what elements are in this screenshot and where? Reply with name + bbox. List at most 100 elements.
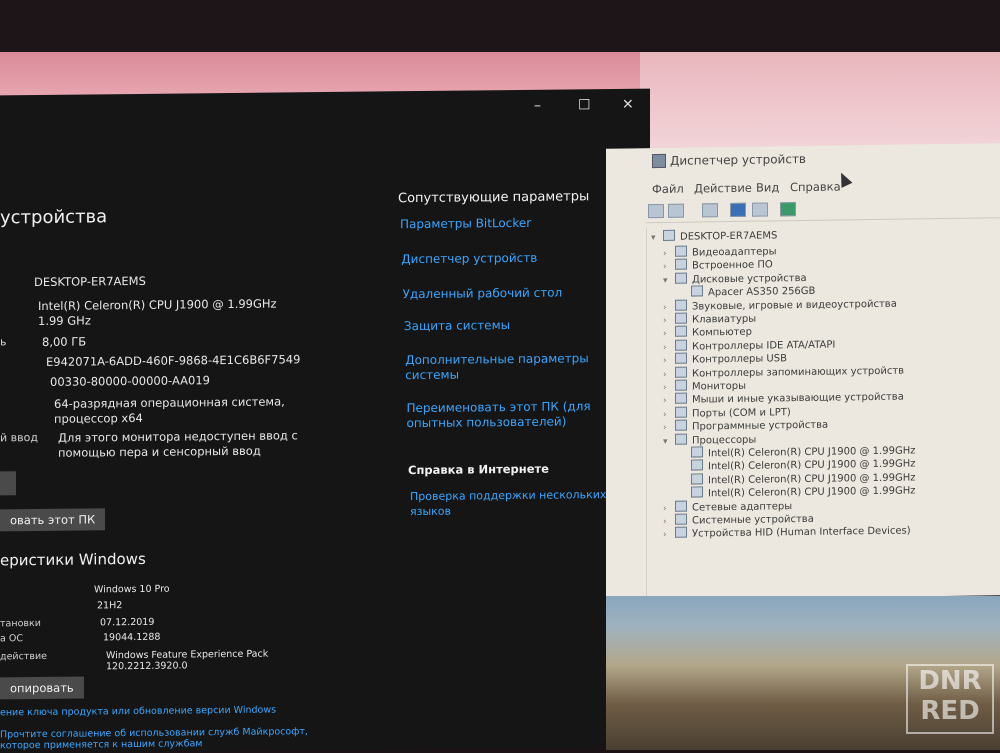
tree-category[interactable]: ›Программные устройства [663,418,828,433]
windows-spec-value: 21H2 [97,600,122,611]
menu-file[interactable]: Файл [652,182,684,196]
tree-node-label: Контроллеры USB [692,353,787,365]
device-icon [675,246,687,257]
tree-node-label: Сетевые адаптеры [692,501,792,513]
close-icon[interactable]: ✕ [622,97,634,113]
spec-value: Intel(R) Celeron(R) CPU J1900 @ 1.99GHz … [38,297,277,329]
tree-category[interactable]: ›Компьютер [663,325,752,339]
spec-value: 64-разрядная операционная система, проце… [54,394,285,426]
device-icon [675,366,687,377]
tree-category[interactable]: › Контроллеры USB [663,351,787,366]
chevron-right-icon[interactable]: › [663,423,675,433]
tree-category[interactable]: › Звуковые, игровые и видеоустройства [663,296,897,312]
tree-node-label: Процессоры [692,434,756,446]
device-icon [675,313,687,324]
forward-icon[interactable] [668,204,684,218]
tree-category[interactable]: ›Мыши и иные указывающие устройства [663,390,904,406]
settings-window: – ☐ ✕ устройства DESKTOP-ER7AEMSIntel(R)… [0,89,650,753]
chevron-right-icon[interactable]: › [663,302,675,312]
device-icon [675,299,687,310]
back-icon[interactable] [648,204,664,218]
chevron-right-icon[interactable]: › [663,262,675,272]
chevron-right-icon[interactable]: › [663,369,675,379]
help-link[interactable]: Проверка поддержки нескольких языков [410,487,606,519]
tree-category[interactable]: › Сетевые адаптеры [663,499,792,514]
related-link[interactable]: Защита системы [404,318,510,334]
chevron-right-icon[interactable]: › [663,383,675,393]
spec-value: Для этого монитора недоступен ввод с пом… [58,428,298,461]
spec-value: 00330-80000-00000-AA019 [50,373,210,390]
chevron-right-icon[interactable]: › [663,249,675,259]
maximize-icon[interactable]: ☐ [578,97,591,113]
chevron-down-icon[interactable]: ▾ [663,276,675,286]
device-icon [691,446,703,457]
menu-action[interactable]: Действие [694,181,752,196]
tree-node-label: Встроенное ПО [692,260,773,272]
windows-spec-value: Windows Feature Experience Pack 120.2212… [106,649,268,673]
copy-button[interactable] [0,471,16,495]
chevron-right-icon[interactable]: › [663,396,675,406]
toolbar [646,197,1000,223]
tree-device[interactable]: Intel(R) Celeron(R) CPU J1900 @ 1.99GHz [679,484,915,500]
tree-category[interactable]: › Устройства HID (Human Interface Devices… [663,524,911,540]
tree-node-label: Устройства HID (Human Interface Devices) [692,526,911,540]
device-icon [691,487,703,498]
tree-category[interactable]: › Видеоадаптеры [663,244,776,259]
tree-category[interactable]: › Встроенное ПО [663,258,773,273]
product-key-link[interactable]: ение ключа продукта или обновление верси… [0,705,276,719]
menu-help[interactable]: Справка [790,179,841,194]
minimize-icon[interactable]: – [534,98,541,114]
windows-spec-label: а ОС [0,633,23,644]
device-tree: ▾DESKTOP-ER7AEMS › Видеоадаптеры › Встроенн… [646,223,1000,600]
windows-spec-value: 07.12.2019 [100,617,154,629]
related-link[interactable]: Параметры BitLocker [400,216,531,232]
chevron-right-icon[interactable]: › [663,356,675,366]
windows-spec-label: действие [0,651,47,662]
help-title: Справка в Интернете [408,462,549,477]
services-agreement-link-cont[interactable]: которое применяется к нашим службам [0,738,202,751]
chevron-right-icon[interactable]: › [663,503,675,513]
tree-category[interactable]: ›Мониторы [663,379,746,393]
related-link[interactable]: Дополнительные параметры системы [405,351,589,383]
tree-category[interactable]: ›Порты (COM и LPT) [663,405,791,420]
related-link[interactable]: Удаленный рабочий стол [403,286,563,303]
chevron-right-icon[interactable]: › [663,410,675,420]
chevron-right-icon[interactable]: › [663,329,675,339]
chevron-right-icon[interactable]: › [663,517,675,527]
windows-spec-value: 19044.1288 [103,632,160,644]
monitor-icon[interactable] [780,202,796,216]
device-icon [675,326,687,337]
copy-windows-button[interactable]: опировать [0,677,84,700]
device-icon [675,380,687,391]
tree-node-label: Звуковые, игровые и видеоустройства [692,298,897,312]
tree-device[interactable]: Apacer AS350 256GB [679,284,815,299]
chevron-right-icon[interactable]: › [663,530,675,540]
tree-root[interactable]: ▾DESKTOP-ER7AEMS [651,228,777,243]
tree-node-label: Видеоадаптеры [692,246,776,258]
chevron-down-icon[interactable]: ▾ [663,436,675,446]
chevron-right-icon[interactable]: › [663,343,675,353]
device-icon [675,500,687,511]
device-icon [675,420,687,431]
rename-pc-button[interactable]: овать этот ПК [0,508,105,531]
tree-category[interactable]: › Контроллеры IDE ATA/ATAPI [663,337,835,352]
device-icon [691,460,703,471]
related-link[interactable]: Переименовать этот ПК (для опытных польз… [407,399,591,431]
device-icon [675,433,687,444]
tree-category[interactable]: ›Клавиатуры [663,312,756,326]
update-driver-icon[interactable] [752,202,768,216]
related-link[interactable]: Диспетчер устройств [401,251,537,267]
chevron-right-icon[interactable]: › [663,316,675,326]
tree-node-label: Контроллеры IDE ATA/ATAPI [692,339,835,352]
tree-category[interactable]: ▾ Процессоры [663,432,756,446]
tree-node-label: Intel(R) Celeron(R) CPU J1900 @ 1.99GHz [708,486,915,500]
spec-label: ь [0,335,6,348]
chevron-down-icon[interactable]: ▾ [651,233,663,243]
windows-spec-value: Windows 10 Pro [94,584,170,596]
device-icon [675,272,687,283]
help-icon[interactable] [730,203,746,217]
tree-category[interactable]: ›Контроллеры запоминающих устройств [663,363,904,379]
menu-view[interactable]: Вид [756,180,779,194]
properties-icon[interactable] [702,203,718,217]
tree-node-label: Apacer AS350 256GB [708,286,815,299]
